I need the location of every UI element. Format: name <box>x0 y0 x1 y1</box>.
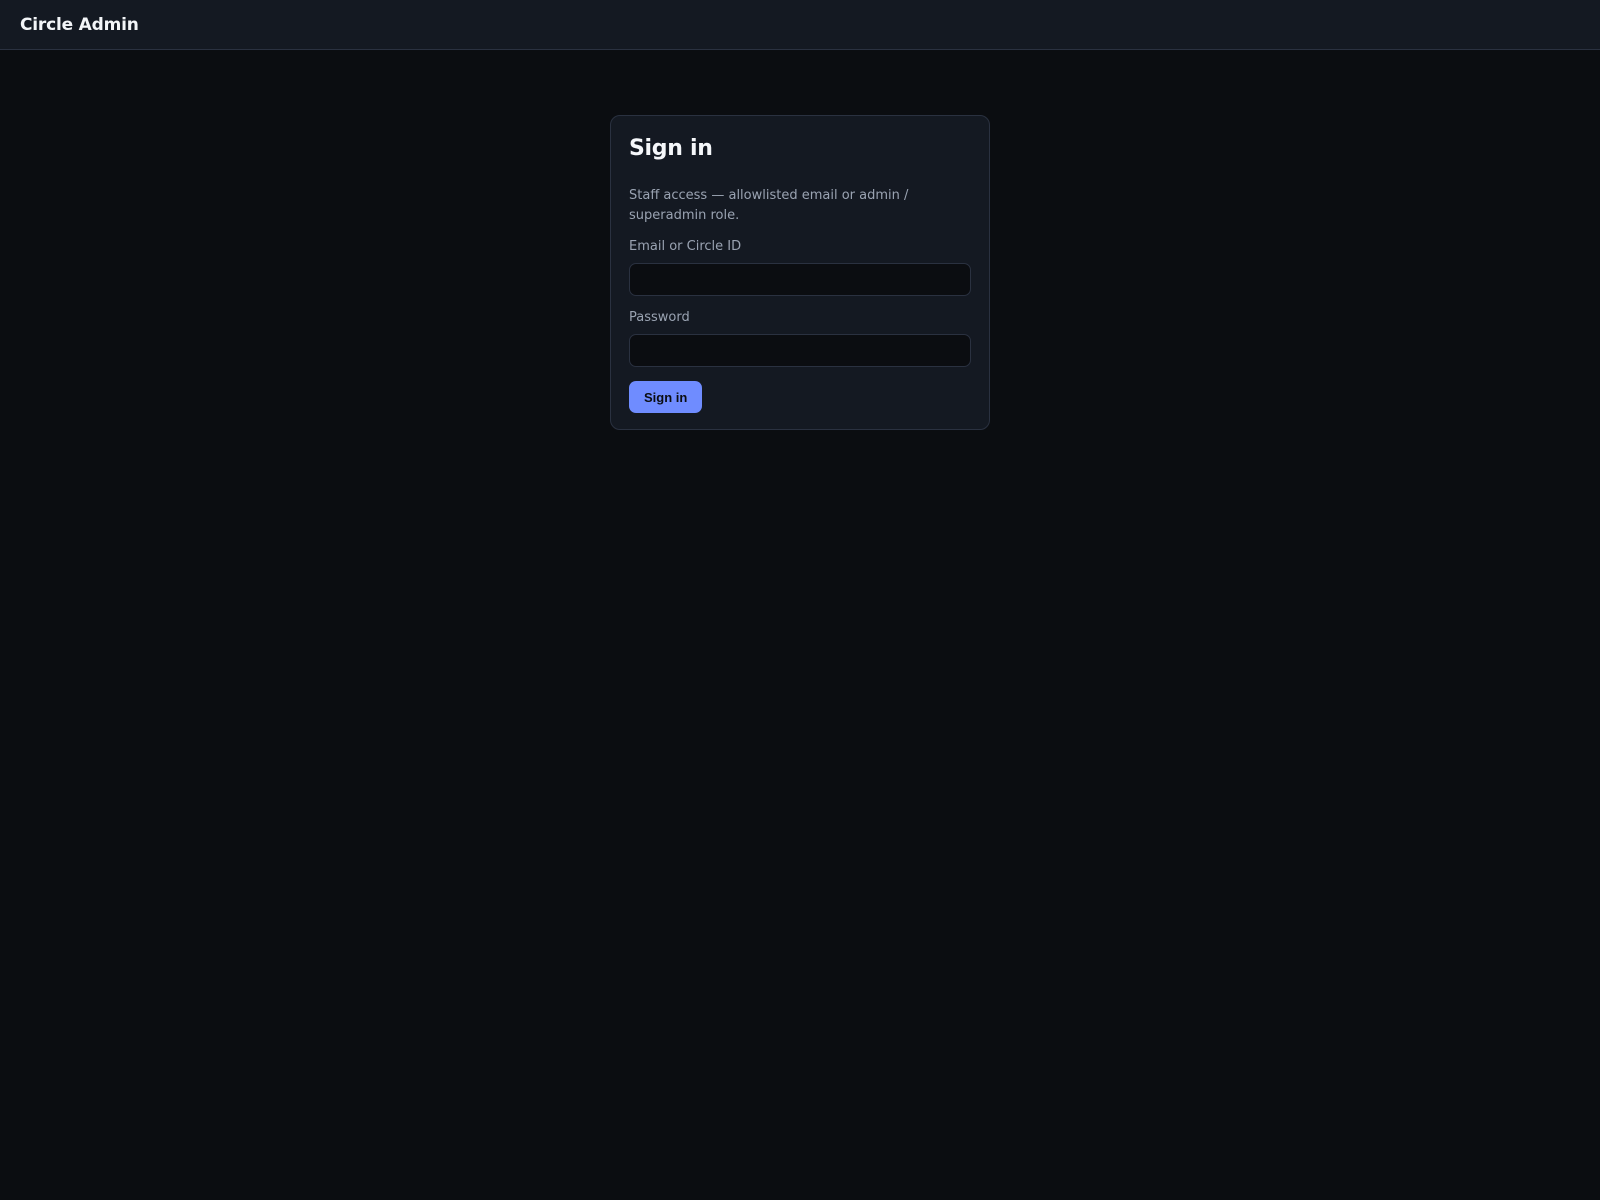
email-label: Email or Circle ID <box>629 239 742 254</box>
sign-in-button[interactable]: Sign in <box>629 381 703 413</box>
top-bar: Circle Admin <box>0 0 1600 50</box>
email-field[interactable] <box>629 263 971 296</box>
sign-in-card: Sign in Staff access — allowlisted email… <box>610 115 990 430</box>
card-subtitle: Staff access — allowlisted email or admi… <box>629 188 909 223</box>
brand-title: Circle Admin <box>20 14 139 35</box>
password-field[interactable] <box>629 334 971 367</box>
password-label: Password <box>629 310 690 325</box>
card-title: Sign in <box>629 136 713 161</box>
